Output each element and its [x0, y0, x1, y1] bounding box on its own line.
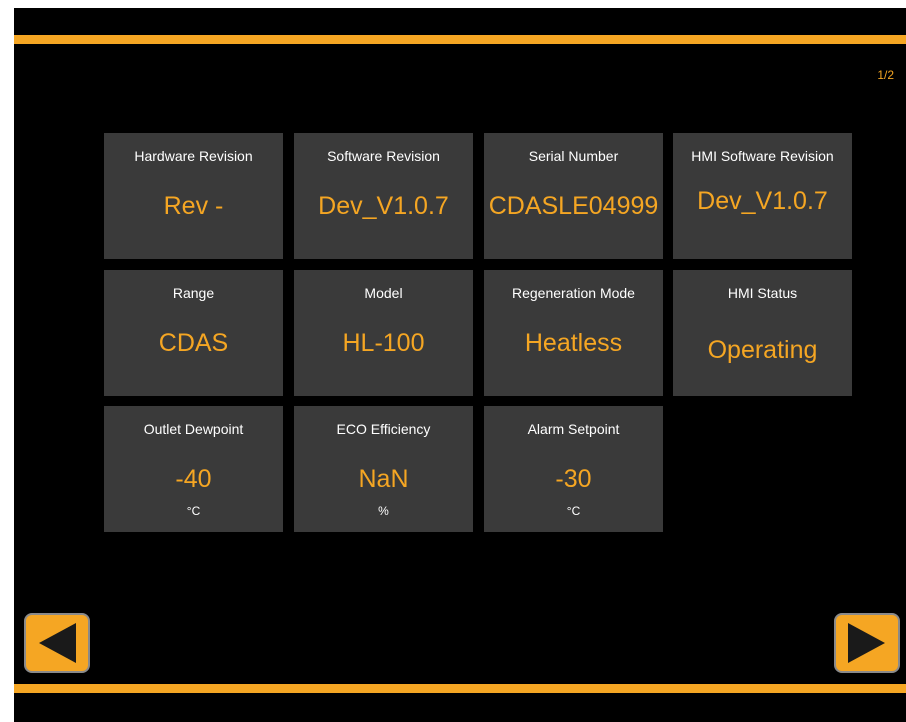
- tile-outlet-dewpoint: Outlet Dewpoint -40 °C: [104, 406, 283, 532]
- tile-unit: °C: [566, 504, 581, 518]
- tile-value: Dev_V1.0.7: [697, 187, 828, 215]
- tile-value: CDAS: [158, 329, 229, 357]
- tile-label: Software Revision: [327, 148, 440, 164]
- tile-value: -40: [175, 465, 212, 493]
- tile-eco-efficiency: ECO Efficiency NaN %: [294, 406, 473, 532]
- tile-alarm-setpoint: Alarm Setpoint -30 °C: [484, 406, 663, 532]
- tile-label: HMI Status: [727, 285, 798, 301]
- tile-label: HMI Software Revision: [691, 148, 834, 164]
- arrow-left-icon: [39, 623, 76, 663]
- next-page-button[interactable]: [834, 613, 900, 673]
- tile-value: Dev_V1.0.7: [318, 192, 449, 220]
- tile-unit: °C: [186, 504, 201, 518]
- previous-page-button[interactable]: [24, 613, 90, 673]
- tile-label: Range: [172, 285, 215, 301]
- tile-label: ECO Efficiency: [336, 421, 431, 437]
- tile-regeneration-mode: Regeneration Mode Heatless: [484, 270, 663, 396]
- page-indicator: 1/2: [877, 68, 894, 82]
- tile-model: Model HL-100: [294, 270, 473, 396]
- tile-software-revision: Software Revision Dev_V1.0.7: [294, 133, 473, 259]
- bottom-accent-bar: [14, 684, 906, 693]
- tile-serial-number: Serial Number CDASLE04999: [484, 133, 663, 259]
- tile-value: Rev -: [163, 192, 224, 220]
- tile-hmi-status: HMI Status Operating: [673, 270, 852, 396]
- tile-label: Serial Number: [528, 148, 619, 164]
- tile-unit: %: [378, 504, 389, 518]
- tile-range: Range CDAS: [104, 270, 283, 396]
- tile-value: Heatless: [524, 329, 623, 357]
- tile-label: Hardware Revision: [134, 148, 253, 164]
- top-accent-bar: [14, 35, 906, 44]
- hmi-screen: 1/2 Hardware Revision Rev - Software Rev…: [14, 8, 906, 722]
- arrow-right-icon: [848, 623, 885, 663]
- tile-value: Operating: [707, 336, 818, 364]
- tile-value: -30: [555, 465, 592, 493]
- tile-label: Outlet Dewpoint: [143, 421, 244, 437]
- tile-label: Model: [364, 285, 403, 301]
- tile-label: Regeneration Mode: [512, 285, 635, 301]
- tile-hardware-revision: Hardware Revision Rev -: [104, 133, 283, 259]
- tile-label: Alarm Setpoint: [527, 421, 620, 437]
- tile-value: NaN: [358, 465, 409, 493]
- tile-value: CDASLE04999: [488, 192, 659, 220]
- tile-hmi-software-revision: HMI Software Revision Dev_V1.0.7: [673, 133, 852, 259]
- tile-value: HL-100: [342, 329, 425, 357]
